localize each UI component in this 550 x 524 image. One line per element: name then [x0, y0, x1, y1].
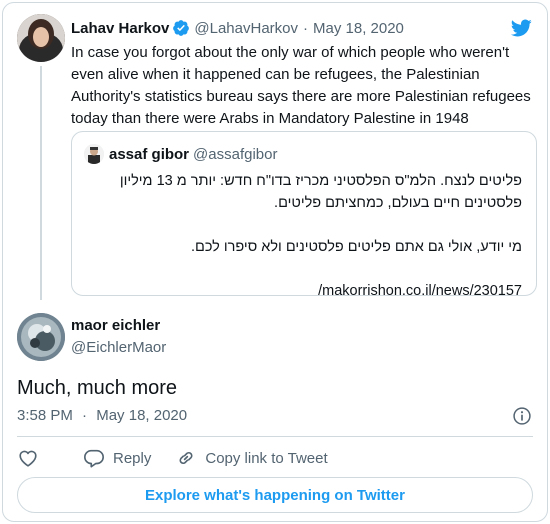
main-tweet-text: Much, much more	[17, 377, 178, 399]
reply-button[interactable]: Reply	[83, 447, 151, 469]
tweet-date[interactable]: May 18, 2020	[313, 20, 404, 37]
copy-link-label: Copy link to Tweet	[205, 449, 328, 467]
like-button[interactable]	[17, 447, 47, 469]
quoted-text-line: פליטים לנצח. הלמ"ס הפלסטיני מכריז בדו"ח …	[119, 173, 522, 189]
author-name[interactable]: maor eichler	[71, 317, 160, 334]
tweet-embed-card: Lahav Harkov @LahavHarkov · May 18, 2020…	[2, 2, 548, 522]
twitter-bird-icon[interactable]	[509, 17, 533, 39]
avatar[interactable]	[17, 14, 65, 62]
info-icon[interactable]	[512, 406, 532, 426]
author-handle[interactable]: @LahavHarkov	[194, 20, 298, 37]
divider	[17, 436, 533, 437]
explore-button[interactable]: Explore what's happening on Twitter	[17, 477, 533, 513]
avatar-photo	[17, 313, 65, 361]
quoted-avatar-photo	[84, 144, 104, 164]
quoted-author-handle[interactable]: @assafgibor	[193, 146, 277, 163]
tweet-timestamp[interactable]: 3:58 PM · May 18, 2020	[17, 407, 187, 424]
tweet-actions: Reply Copy link to Tweet	[17, 446, 352, 470]
avatar[interactable]	[17, 313, 65, 361]
author-name[interactable]: Lahav Harkov	[71, 20, 169, 37]
quoted-tweet-header: assaf gibor @assafgibor	[84, 144, 277, 164]
parent-tweet-text: In case you forgot about the only war of…	[71, 44, 531, 127]
quoted-text-line: מי יודע, אולי גם אתם פליטים פלסטינים ולא…	[190, 239, 522, 255]
avatar-photo	[17, 14, 65, 62]
separator-dot: ·	[82, 407, 88, 424]
separator-dot: ·	[303, 19, 308, 37]
author-handle[interactable]: @EichlerMaor	[71, 339, 166, 356]
quoted-link[interactable]: makorrishon.co.il/news/230157/	[84, 280, 522, 302]
quoted-text-line	[84, 258, 522, 280]
quoted-author-name[interactable]: assaf gibor	[109, 146, 189, 163]
tweet-date: May 18, 2020	[96, 407, 188, 424]
tweet-time: 3:58 PM	[17, 407, 73, 424]
verified-badge-icon	[173, 20, 190, 36]
reply-label: Reply	[113, 449, 152, 467]
reply-icon	[84, 449, 104, 468]
quoted-text-line: פלסטינים חיים בעולם, כמחציתם פליטים.	[274, 195, 522, 211]
quoted-text-line	[84, 214, 522, 236]
quoted-avatar[interactable]	[84, 144, 104, 164]
heart-icon	[19, 450, 37, 467]
link-icon	[179, 451, 193, 465]
copy-link-button[interactable]: Copy link to Tweet	[175, 447, 328, 469]
quoted-tweet[interactable]: assaf gibor @assafgibor פליטים לנצח. הלמ…	[71, 131, 537, 299]
thread-line	[40, 66, 42, 300]
parent-tweet-header: Lahav Harkov @LahavHarkov · May 18, 2020	[71, 17, 533, 39]
quoted-tweet-text: פליטים לנצח. הלמ"ס הפלסטיני מכריז בדו"ח …	[84, 170, 522, 302]
